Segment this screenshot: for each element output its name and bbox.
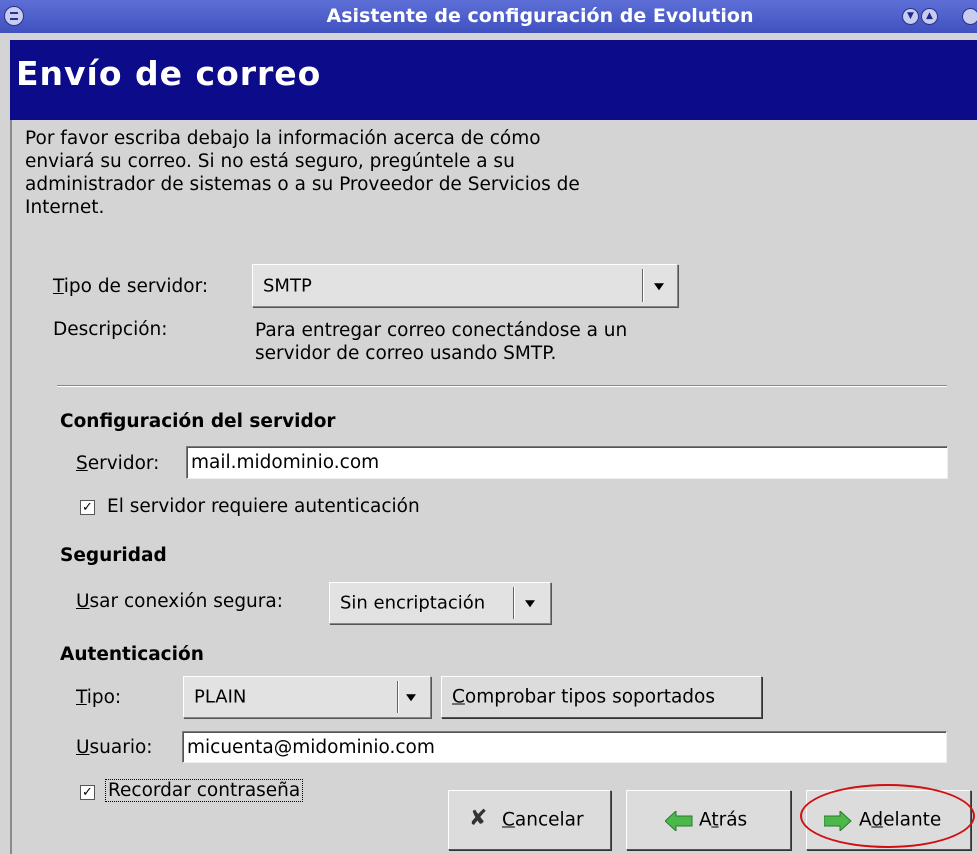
server-label: Servidor: bbox=[76, 453, 160, 474]
check-supported-types-button[interactable]: Comprobar tipos soportados bbox=[441, 676, 762, 718]
checkmark-icon: ✓ bbox=[82, 785, 93, 800]
secure-connection-combo[interactable]: Sin encriptación bbox=[329, 582, 551, 624]
auth-type-combo[interactable]: PLAIN bbox=[183, 676, 431, 718]
server-field[interactable] bbox=[186, 446, 948, 479]
combo-separator bbox=[513, 587, 515, 619]
back-button[interactable]: Atrás bbox=[626, 790, 791, 850]
security-title: Seguridad bbox=[60, 545, 167, 566]
check-supported-types-label-text: omprobar tipos soportados bbox=[464, 686, 715, 708]
combo-separator bbox=[642, 269, 644, 302]
server-type-combo[interactable]: SMTP bbox=[252, 264, 678, 307]
maximize-icon[interactable]: ▲ bbox=[921, 8, 938, 25]
section-divider bbox=[57, 385, 947, 387]
server-type-label-text: ipo de servidor: bbox=[63, 276, 209, 297]
back-label-text: rás bbox=[718, 809, 748, 831]
window-menu-icon[interactable] bbox=[4, 6, 24, 26]
auth-type-label-text: ipo: bbox=[86, 687, 122, 708]
description-text: Para entregar correo conectándose a un s… bbox=[255, 320, 628, 364]
server-label-text: ervidor: bbox=[87, 453, 160, 474]
window-title: Asistente de configuración de Evolution bbox=[326, 5, 754, 27]
cancel-button[interactable]: ✘ Cancelar bbox=[448, 790, 611, 850]
user-field[interactable] bbox=[182, 731, 947, 763]
combo-separator bbox=[397, 681, 399, 713]
remember-password-checkbox[interactable]: ✓ bbox=[80, 785, 95, 800]
requires-auth-checkbox[interactable]: ✓ bbox=[80, 500, 95, 515]
user-input[interactable] bbox=[187, 732, 942, 762]
user-label-text: suario: bbox=[89, 737, 153, 758]
description-label: Descripción: bbox=[53, 319, 168, 340]
secure-connection-label: Usar conexión segura: bbox=[76, 591, 283, 612]
check-supported-types-label: Comprobar tipos soportados bbox=[452, 686, 715, 708]
server-config-title: Configuración del servidor bbox=[60, 411, 336, 432]
secure-connection-label-text: sar conexión segura: bbox=[89, 591, 283, 612]
highlight-circle bbox=[800, 784, 975, 848]
intro-text: Por favor escriba debajo la información … bbox=[25, 128, 580, 218]
requires-auth-label[interactable]: El servidor requiere autenticación bbox=[107, 496, 420, 517]
auth-type-label: Tipo: bbox=[76, 687, 122, 708]
dropdown-arrow-icon[interactable] bbox=[525, 600, 535, 608]
server-input[interactable] bbox=[191, 447, 943, 478]
server-type-label: Tipo de servidor: bbox=[53, 276, 209, 297]
auth-type-value: PLAIN bbox=[194, 686, 247, 708]
cancel-label-text: ancelar bbox=[514, 809, 584, 831]
close-icon[interactable] bbox=[962, 8, 977, 25]
back-arrow-icon bbox=[665, 811, 693, 831]
secure-connection-value: Sin encriptación bbox=[340, 592, 486, 614]
page-header: Envío de correo bbox=[10, 40, 977, 120]
remember-password-label[interactable]: Recordar contraseña bbox=[105, 779, 304, 802]
dropdown-arrow-icon[interactable] bbox=[406, 694, 416, 702]
window-title-bar[interactable]: Asistente de configuración de Evolution … bbox=[0, 0, 977, 33]
cancel-label: Cancelar bbox=[502, 809, 584, 831]
window-left-border bbox=[10, 120, 12, 854]
minimize-icon[interactable]: ▼ bbox=[902, 8, 919, 25]
checkmark-icon: ✓ bbox=[82, 500, 93, 515]
cancel-x-icon: ✘ bbox=[469, 806, 488, 831]
user-label: Usuario: bbox=[76, 737, 153, 758]
page-title: Envío de correo bbox=[16, 54, 322, 93]
auth-title: Autenticación bbox=[60, 644, 204, 665]
dropdown-arrow-icon[interactable] bbox=[654, 282, 664, 290]
back-label: Atrás bbox=[699, 809, 748, 831]
server-type-value: SMTP bbox=[263, 275, 312, 296]
